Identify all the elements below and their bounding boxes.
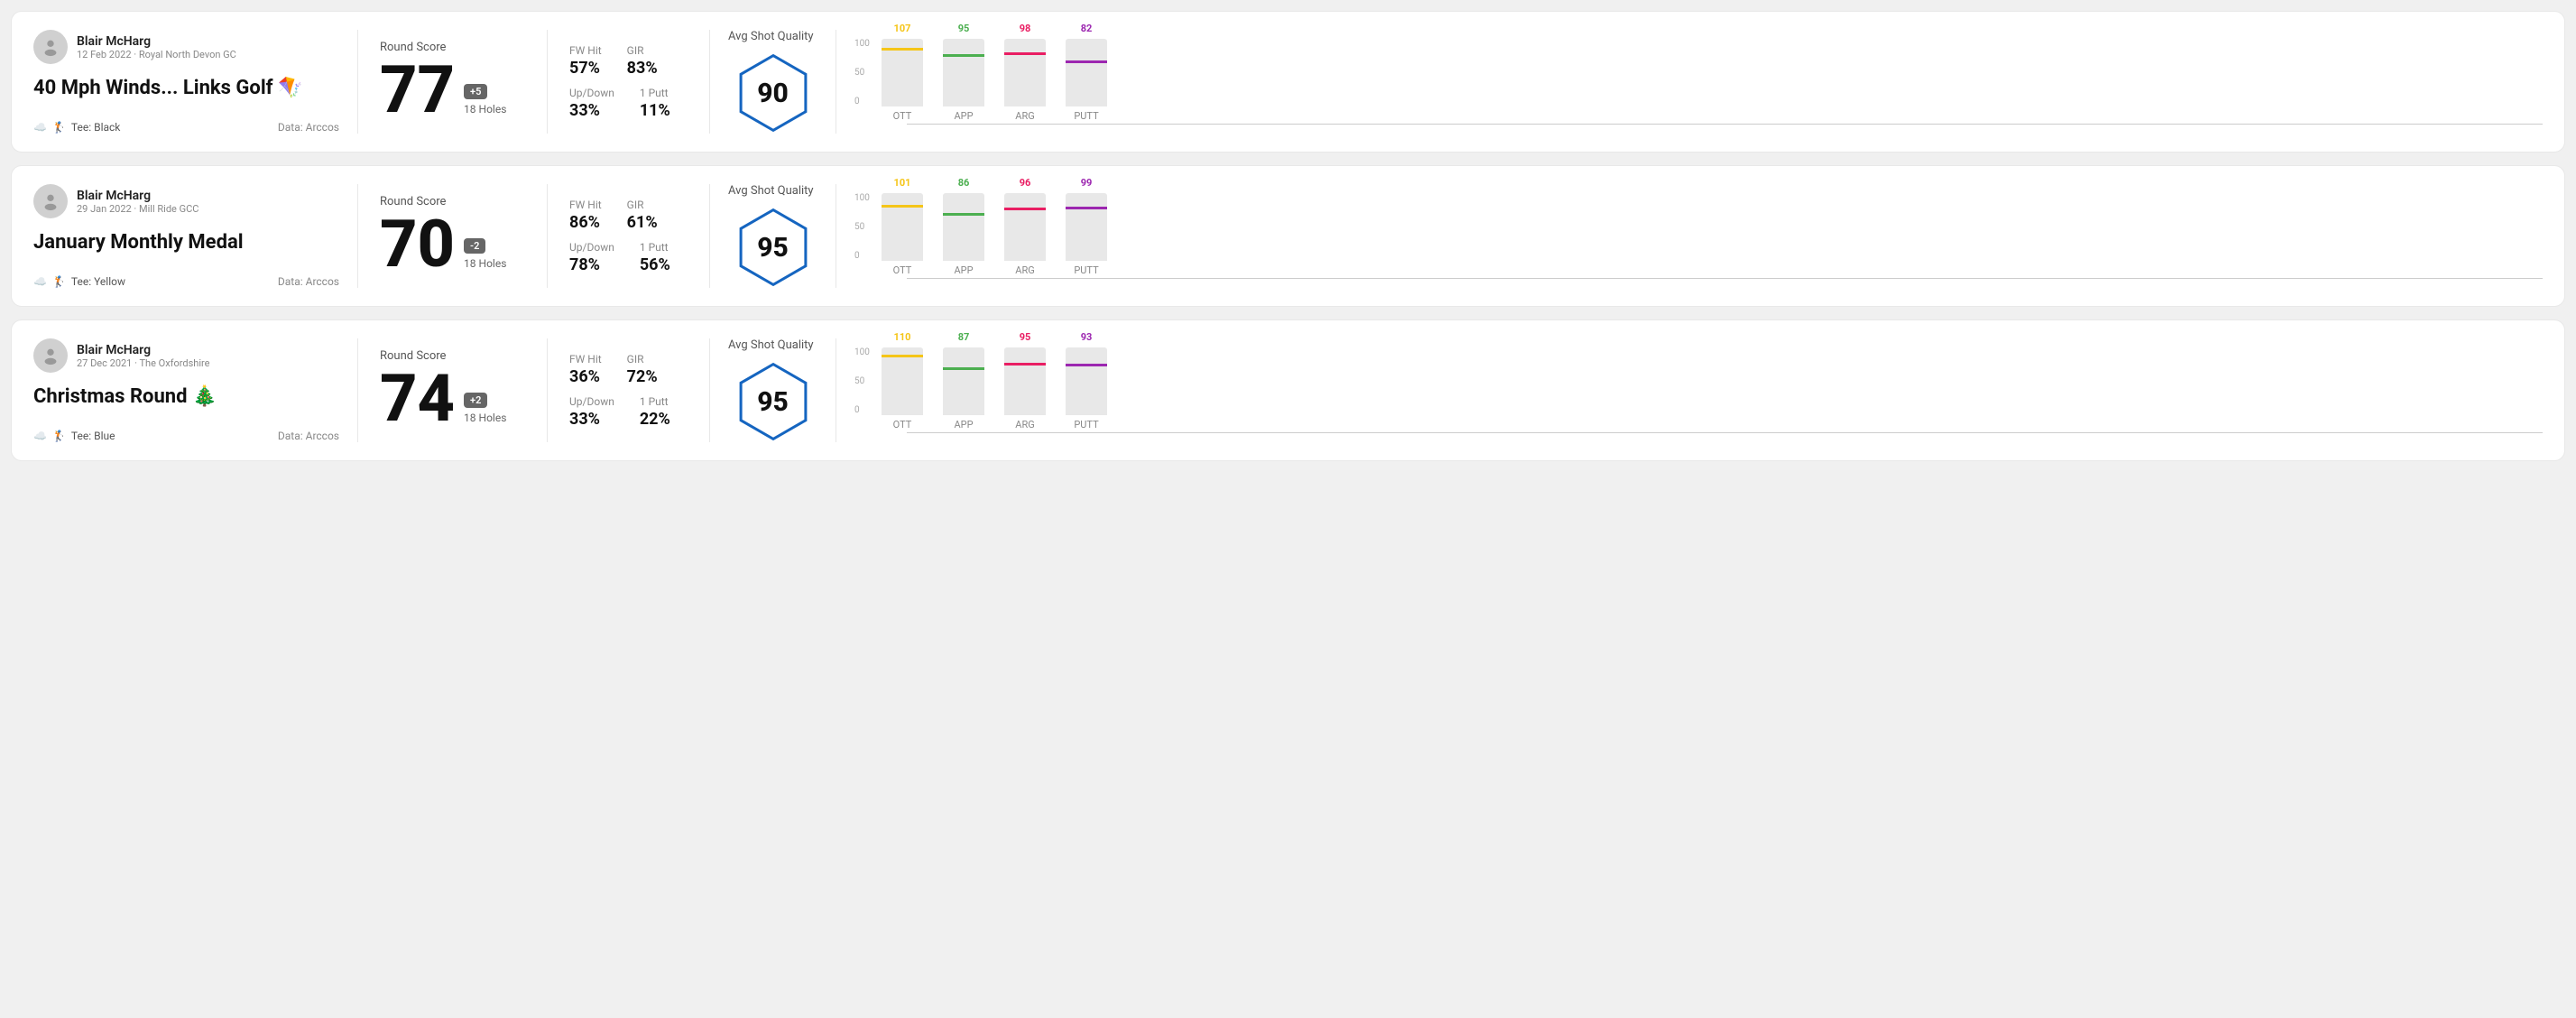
- quality-section-2: Avg Shot Quality 95: [710, 184, 836, 288]
- hex-score-1: 90: [757, 78, 789, 109]
- weather-icon: ☁️: [33, 430, 47, 442]
- gir-3: GIR 72%: [627, 353, 658, 386]
- score-diff-2: -2: [464, 238, 485, 254]
- chart-bar-ott: 107 OTT: [882, 39, 923, 122]
- hex-score-3: 95: [757, 386, 789, 418]
- bag-icon: 🏌️: [52, 430, 66, 442]
- one-putt-3: 1 Putt 22%: [640, 395, 670, 429]
- user-icon: [41, 37, 60, 57]
- weather-icon: ☁️: [33, 121, 47, 134]
- score-section-2: Round Score 70 -2 18 Holes: [358, 184, 548, 288]
- round-info-2: Blair McHarg 29 Jan 2022 · Mill Ride GCC…: [33, 184, 358, 288]
- score-number-1: 77: [380, 58, 455, 123]
- up-down-1: Up/Down 33%: [569, 87, 614, 120]
- quality-label-3: Avg Shot Quality: [728, 338, 814, 352]
- tee-label-1: Tee: Black: [71, 121, 120, 134]
- score-number-3: 74: [380, 366, 455, 431]
- score-number-2: 70: [380, 212, 455, 277]
- chart-bar-ott: 110 OTT: [882, 347, 923, 430]
- avatar-2: [33, 184, 68, 218]
- weather-icon: ☁️: [33, 275, 47, 288]
- score-diff-3: +2: [464, 393, 487, 408]
- chart-bar-app: 95 APP: [943, 39, 984, 122]
- score-diff-1: +5: [464, 84, 487, 99]
- holes-label-2: 18 Holes: [464, 257, 506, 270]
- tee-info-1: ☁️ 🏌️ Tee: Black: [33, 121, 120, 134]
- avatar-1: [33, 30, 68, 64]
- gir-1: GIR 83%: [627, 44, 658, 78]
- chart-bar-putt: 82 PUTT: [1066, 39, 1107, 122]
- round-title-2: January Monthly Medal: [33, 231, 339, 254]
- one-putt-2: 1 Putt 56%: [640, 241, 670, 274]
- fw-hit-2: FW Hit 86%: [569, 199, 602, 232]
- bag-icon: 🏌️: [52, 275, 66, 288]
- hexagon-1: 90: [733, 52, 814, 134]
- hex-score-2: 95: [757, 232, 789, 264]
- quality-section-3: Avg Shot Quality 95: [710, 338, 836, 442]
- chart-section-3: 100 50 0 110 OTT 87 APP: [836, 338, 2543, 442]
- chart-bar-putt: 99 PUTT: [1066, 193, 1107, 276]
- user-meta-3: 27 Dec 2021 · The Oxfordshire: [77, 357, 209, 369]
- round-title-1: 40 Mph Winds... Links Golf 🪁: [33, 77, 339, 99]
- chart-bar-arg: 96 ARG: [1004, 193, 1046, 276]
- chart-bar-putt: 93 PUTT: [1066, 347, 1107, 430]
- user-meta-2: 29 Jan 2022 · Mill Ride GCC: [77, 203, 199, 215]
- fw-hit-1: FW Hit 57%: [569, 44, 602, 78]
- one-putt-1: 1 Putt 11%: [640, 87, 670, 120]
- quality-label-2: Avg Shot Quality: [728, 184, 814, 198]
- score-section-1: Round Score 77 +5 18 Holes: [358, 30, 548, 134]
- user-name-1: Blair McHarg: [77, 34, 236, 49]
- tee-info-3: ☁️ 🏌️ Tee: Blue: [33, 430, 115, 442]
- chart-bar-app: 87 APP: [943, 347, 984, 430]
- stats-section-1: FW Hit 57% GIR 83% Up/Down 33% 1 Putt 11…: [548, 30, 710, 134]
- avatar-3: [33, 338, 68, 373]
- tee-info-2: ☁️ 🏌️ Tee: Yellow: [33, 275, 125, 288]
- round-info-1: Blair McHarg 12 Feb 2022 · Royal North D…: [33, 30, 358, 134]
- user-name-3: Blair McHarg: [77, 343, 209, 357]
- hexagon-3: 95: [733, 361, 814, 442]
- chart-section-1: 100 50 0 107 OTT 95 APP: [836, 30, 2543, 134]
- round-card-2: Blair McHarg 29 Jan 2022 · Mill Ride GCC…: [11, 165, 2565, 307]
- chart-bar-arg: 95 ARG: [1004, 347, 1046, 430]
- fw-hit-3: FW Hit 36%: [569, 353, 602, 386]
- data-source-1: Data: Arccos: [278, 121, 339, 134]
- tee-label-2: Tee: Yellow: [71, 275, 125, 288]
- up-down-3: Up/Down 33%: [569, 395, 614, 429]
- data-source-2: Data: Arccos: [278, 275, 339, 288]
- user-name-2: Blair McHarg: [77, 189, 199, 203]
- stats-section-2: FW Hit 86% GIR 61% Up/Down 78% 1 Putt 56…: [548, 184, 710, 288]
- tee-label-3: Tee: Blue: [71, 430, 115, 442]
- stats-section-3: FW Hit 36% GIR 72% Up/Down 33% 1 Putt 22…: [548, 338, 710, 442]
- data-source-3: Data: Arccos: [278, 430, 339, 442]
- gir-2: GIR 61%: [627, 199, 658, 232]
- hexagon-2: 95: [733, 207, 814, 288]
- chart-section-2: 100 50 0 101 OTT 86 APP: [836, 184, 2543, 288]
- quality-label-1: Avg Shot Quality: [728, 30, 814, 43]
- user-icon: [41, 191, 60, 211]
- user-meta-1: 12 Feb 2022 · Royal North Devon GC: [77, 49, 236, 60]
- up-down-2: Up/Down 78%: [569, 241, 614, 274]
- bag-icon: 🏌️: [52, 121, 66, 134]
- chart-bar-app: 86 APP: [943, 193, 984, 276]
- score-section-3: Round Score 74 +2 18 Holes: [358, 338, 548, 442]
- round-title-3: Christmas Round 🎄: [33, 385, 339, 408]
- chart-bar-ott: 101 OTT: [882, 193, 923, 276]
- chart-bar-arg: 98 ARG: [1004, 39, 1046, 122]
- round-info-3: Blair McHarg 27 Dec 2021 · The Oxfordshi…: [33, 338, 358, 442]
- round-card-3: Blair McHarg 27 Dec 2021 · The Oxfordshi…: [11, 319, 2565, 461]
- user-icon: [41, 346, 60, 366]
- round-card-1: Blair McHarg 12 Feb 2022 · Royal North D…: [11, 11, 2565, 153]
- quality-section-1: Avg Shot Quality 90: [710, 30, 836, 134]
- holes-label-1: 18 Holes: [464, 103, 506, 116]
- holes-label-3: 18 Holes: [464, 412, 506, 424]
